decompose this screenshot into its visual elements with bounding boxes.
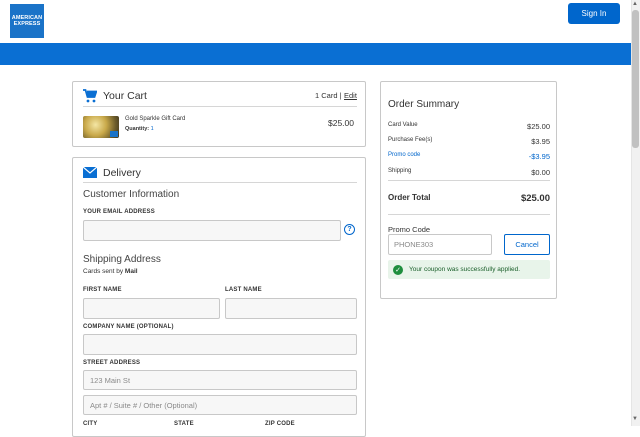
summary-row-label: Promo code <box>388 152 421 158</box>
delivery-title: Delivery <box>103 167 141 179</box>
divider <box>388 180 550 181</box>
summary-row-label: Purchase Fee(s) <box>388 137 433 143</box>
cart-item-name: Gold Sparkle Gift Card <box>125 116 186 122</box>
divider <box>83 106 357 107</box>
coupon-success-message: ✓ Your coupon was successfully applied. <box>388 260 550 279</box>
cancel-promo-button[interactable]: Cancel <box>504 234 550 255</box>
logo-line-2: EXPRESS <box>13 21 41 27</box>
help-icon[interactable]: ? <box>344 224 355 235</box>
shipping-address-title: Shipping Address <box>83 254 161 265</box>
email-label: YOUR EMAIL ADDRESS <box>83 209 155 215</box>
summary-row-promo-code: Promo code -$3.95 <box>388 152 550 161</box>
summary-row-card-value: Card Value $25.00 <box>388 122 550 131</box>
quantity-label: Quantity: <box>125 126 150 132</box>
summary-row-value: $0.00 <box>531 168 550 177</box>
first-name-field[interactable] <box>83 298 220 319</box>
divider <box>83 182 357 183</box>
order-summary-panel: Order Summary Card Value $25.00 Purchase… <box>380 81 557 299</box>
quantity-value: 1 <box>150 126 154 132</box>
zip-code-label: ZIP CODE <box>265 421 295 427</box>
street-address-label: STREET ADDRESS <box>83 360 141 366</box>
city-label: CITY <box>83 421 98 427</box>
summary-row-label: Shipping <box>388 168 412 174</box>
scroll-down-arrow-icon[interactable]: ▼ <box>632 416 638 422</box>
cart-item-price: $25.00 <box>328 118 354 128</box>
company-name-label: COMPANY NAME (OPTIONAL) <box>83 324 174 330</box>
check-circle-icon: ✓ <box>393 264 403 275</box>
summary-row-shipping: Shipping $0.00 <box>388 168 550 177</box>
order-summary-title: Order Summary <box>388 99 460 110</box>
order-total-label: Order Total <box>388 193 431 202</box>
cart-edit-link[interactable]: Edit <box>344 91 357 100</box>
cart-icon <box>83 89 97 103</box>
card-badge-icon <box>110 131 118 137</box>
scrollbar-thumb[interactable] <box>632 10 639 148</box>
blue-banner <box>0 43 631 65</box>
cart-title: Your Cart <box>103 90 147 102</box>
scroll-up-arrow-icon[interactable]: ▲ <box>632 1 638 7</box>
order-total-value: $25.00 <box>520 193 550 204</box>
summary-row-purchase-fee: Purchase Fee(s) $3.95 <box>388 137 550 146</box>
top-bar: AMERICAN EXPRESS Sign In <box>0 0 631 43</box>
last-name-label: LAST NAME <box>225 287 262 293</box>
customer-info-title: Customer Information <box>83 189 180 200</box>
envelope-icon <box>83 167 97 178</box>
last-name-field[interactable] <box>225 298 357 319</box>
company-name-field[interactable] <box>83 334 357 355</box>
cart-count: 1 Card | <box>315 91 342 100</box>
amex-logo[interactable]: AMERICAN EXPRESS <box>10 4 44 38</box>
cards-sent-by: Cards sent by Mail <box>83 268 138 275</box>
street-address-field[interactable]: 123 Main St <box>83 370 357 390</box>
cart-panel: Your Cart 1 Card | Edit Gold Sparkle Gif… <box>72 81 366 147</box>
cards-sent-method: Mail <box>124 268 138 275</box>
first-name-label: FIRST NAME <box>83 287 122 293</box>
success-text: Your coupon was successfully applied. <box>409 266 521 273</box>
summary-row-label: Card Value <box>388 122 418 128</box>
order-total-row: Order Total $25.00 <box>388 193 550 204</box>
cards-sent-prefix: Cards sent by <box>83 268 124 275</box>
sign-in-button[interactable]: Sign In <box>568 3 620 24</box>
cart-item-quantity: Quantity: 1 <box>125 126 154 132</box>
apt-suite-field[interactable]: Apt # / Suite # / Other (Optional) <box>83 395 357 415</box>
delivery-panel: Delivery Customer Information YOUR EMAIL… <box>72 157 366 437</box>
state-label: STATE <box>174 421 194 427</box>
promo-code-input[interactable]: PHONE303 <box>388 234 492 255</box>
promo-code-label: Promo Code <box>388 225 431 234</box>
summary-row-value: -$3.95 <box>528 152 550 161</box>
summary-row-value: $3.95 <box>531 137 550 146</box>
email-field[interactable] <box>83 220 341 241</box>
divider <box>388 214 550 215</box>
summary-row-value: $25.00 <box>527 122 550 131</box>
